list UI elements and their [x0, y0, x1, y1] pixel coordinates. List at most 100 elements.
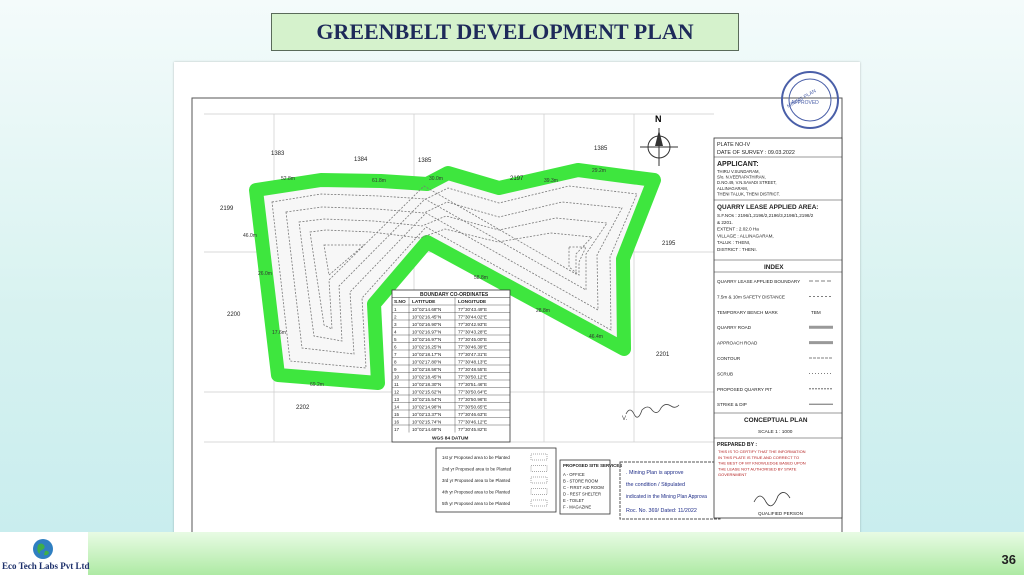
- side-length: 39.3m: [544, 178, 558, 184]
- certify-line: GOVERNMENT: [718, 472, 747, 477]
- side-length: 69.2m: [310, 382, 324, 388]
- survey-number: 1385: [418, 158, 432, 164]
- certify-line: THE LEASE NOT AUTHORISED BY STATE: [718, 466, 797, 471]
- north-arrow-icon: [640, 128, 678, 166]
- scale-label: SCALE 1 : 1000: [758, 429, 793, 435]
- survey-number: 2195: [662, 241, 676, 247]
- index-item: QUARRY ROAD: [717, 325, 752, 330]
- table-cell: 10°02'18.45"N: [412, 375, 441, 380]
- side-length: 17.6m: [272, 330, 286, 336]
- table-cell: 10°02'14.68"N: [412, 307, 441, 312]
- table-cell: 10: [394, 375, 400, 380]
- index-item: TEMPORARY BENCH MARK: [717, 310, 779, 315]
- side-length: 58.8m: [474, 275, 488, 281]
- table-column-header: LONGITUDE: [458, 299, 487, 305]
- table-heading: BOUNDARY CO-ORDINATES: [420, 292, 489, 298]
- side-length: 52.8m: [281, 176, 295, 182]
- site-services-heading: PROPOSED SITE SERVICES: [563, 463, 622, 468]
- side-length: 46.0m: [243, 233, 257, 239]
- table-cell: 13: [394, 397, 400, 402]
- legend-swatch: [530, 499, 548, 507]
- side-length: 61.8m: [372, 178, 386, 184]
- survey-number: 1385: [594, 146, 608, 152]
- table-cell: 7: [394, 352, 397, 357]
- survey-number: 2200: [227, 312, 241, 318]
- applicant-line: S/o. N.VEERAPATHIRAN,: [717, 175, 766, 180]
- certify-line: IN THIS PLATE IS TRUE AND CORRECT TO: [718, 455, 799, 460]
- company-name: Eco Tech Labs Pvt Ltd: [2, 561, 90, 571]
- table-cell: 4: [394, 330, 397, 335]
- table-cell: 11: [394, 382, 399, 387]
- site-service-item: C - FIRST AID ROOM: [563, 485, 604, 490]
- stamp-line: the condition / Stipulated: [626, 482, 685, 488]
- table-cell: 77°30'47.31"E: [458, 352, 487, 357]
- quarry-area-line: VILLAGE : ALLINAGARAM,: [717, 233, 774, 238]
- site-service-item: A - OFFICE: [563, 472, 585, 477]
- side-length: 46.4m: [589, 334, 603, 340]
- stamp-line: indicated in the Mining Plan Approva: [626, 494, 707, 500]
- page-number: 36: [1001, 552, 1016, 567]
- table-cell: 10°02'16.97"N: [412, 330, 441, 335]
- survey-number: 2197: [510, 176, 524, 182]
- survey-number: 2201: [656, 352, 670, 358]
- stamp-line: Roc. No. 369/ Dated: 11/2022: [626, 508, 697, 514]
- site-service-item: E - TOILET: [563, 498, 584, 503]
- table-cell: 77°30'43.28"E: [458, 330, 487, 335]
- table-cell: 77°30'46.12"E: [458, 420, 487, 425]
- footer-band: [0, 532, 1024, 575]
- table-cell: 77°30'50.12"E: [458, 375, 487, 380]
- approval-stamp: . Mining Plan is approve the condition /…: [619, 461, 721, 520]
- table-cell: 77°30'44.02"E: [458, 315, 487, 320]
- side-length: 29.2m: [592, 168, 606, 174]
- table-cell: 77°30'42.93"E: [458, 322, 487, 327]
- legend-swatch: [530, 488, 548, 495]
- certify-line: THIS IS TO CERTIFY THAT THE INFORMATION: [718, 449, 806, 454]
- table-cell: 10°02'14.69"N: [412, 427, 441, 432]
- legend-swatch: [530, 453, 548, 461]
- table-cell: 77°30'46.39"E: [458, 345, 487, 350]
- quarry-area-line: S.F.NOs : 2196/1,2196/2,2196/3,2198/1,21…: [717, 213, 814, 218]
- index-item: 7.5m & 10m SAFETY DISTANCE: [717, 294, 785, 299]
- table-cell: 10°02'18.56"N: [412, 367, 441, 372]
- table-cell: 77°30'45.00"E: [458, 337, 487, 342]
- tbm-symbol: TBM: [811, 310, 821, 315]
- index-item: APPROACH ROAD: [717, 341, 758, 346]
- table-cell: 15: [394, 412, 400, 417]
- certify-line: THE BEST OF MY KNOWLEDGE BASED UPON: [718, 461, 806, 466]
- legend-item: 4th yr Proposed area to be Planted: [442, 490, 511, 495]
- svg-text:APPROVED: APPROVED: [791, 100, 819, 106]
- qualified-person-label: QUALIFIED PERSON: [758, 511, 803, 516]
- table-cell: 10°02'16.90"N: [412, 322, 441, 327]
- table-cell: 14: [394, 405, 400, 410]
- planting-legend: 1st yr Proposed area to be Planted 2nd yr…: [435, 447, 557, 513]
- table-cell: 10°02'18.30"N: [412, 382, 441, 387]
- table-cell: 2: [394, 315, 397, 320]
- table-cell: 10°02'18.17"N: [412, 352, 441, 357]
- table-cell: 77°30'50.65"E: [458, 405, 487, 410]
- applicant-line: D.NO.49, V.N.SAVADI STREET,: [717, 180, 777, 185]
- table-cell: 77°30'43.49"E: [458, 307, 487, 312]
- table-cell: 10°02'16.25"N: [412, 345, 441, 350]
- table-cell: 10°02'14.98"N: [412, 405, 441, 410]
- site-service-item: B - STORE ROOM: [563, 479, 599, 484]
- table-cell: 6: [394, 345, 397, 350]
- table-cell: 12: [394, 390, 400, 395]
- boundary-coordinates-table: BOUNDARY CO-ORDINATES S.NO LATITUDE LONGITU…: [391, 289, 511, 443]
- table-cell: 10°02'17.80"N: [412, 360, 441, 365]
- survey-number: 1383: [271, 151, 285, 157]
- quarry-area-line: DISTRICT : THENI.: [717, 247, 757, 252]
- index-heading: INDEX: [764, 264, 784, 271]
- legend-swatch: [530, 465, 548, 472]
- survey-number: 2202: [296, 405, 310, 411]
- table-cell: 10°02'13.37"N: [412, 412, 441, 417]
- table-cell: 77°30'48.55"E: [458, 367, 487, 372]
- globe-icon: [33, 539, 53, 559]
- side-length: 30.0m: [429, 176, 443, 182]
- table-cell: 9: [394, 367, 397, 372]
- applicant-line: ALLINAGARAM,: [717, 186, 748, 191]
- legend-item: 1st yr Proposed area to be Planted: [442, 455, 510, 460]
- index-item: STRIKE & DIP: [717, 402, 747, 407]
- index-item: SCRUB: [717, 371, 733, 376]
- info-panel: PLATE NO-IV DATE OF SURVEY : 09.03.2022 AP…: [713, 137, 843, 519]
- table-cell: 3: [394, 322, 397, 327]
